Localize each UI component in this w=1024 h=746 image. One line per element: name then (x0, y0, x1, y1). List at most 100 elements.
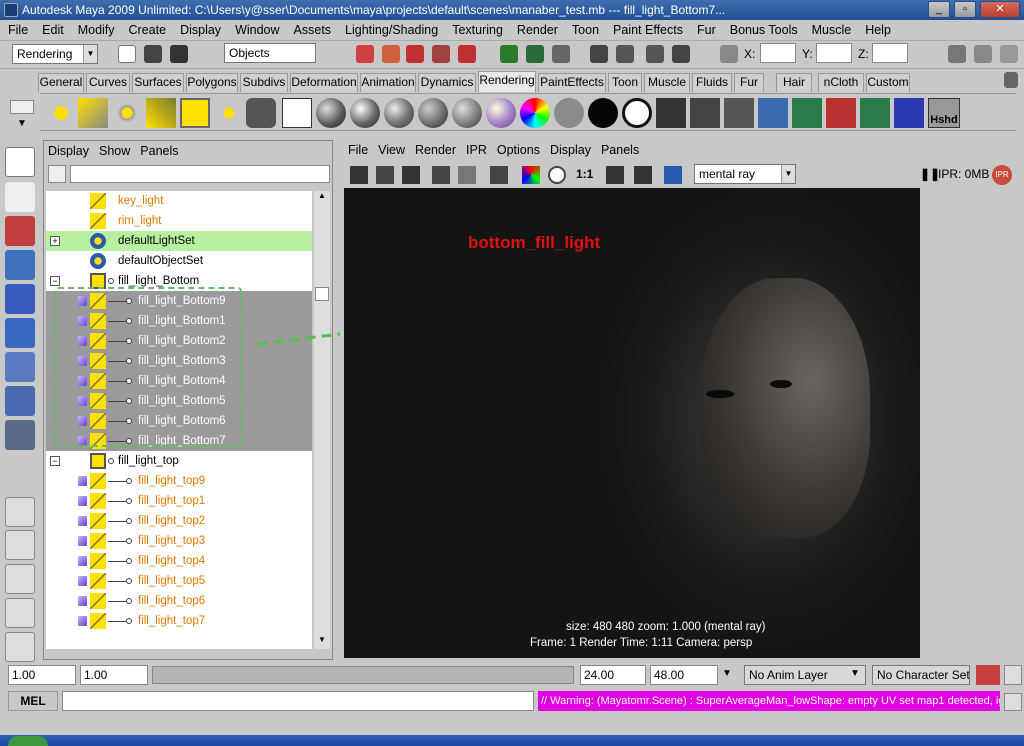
ipr-render-current-icon[interactable] (690, 98, 720, 128)
open-scene-icon[interactable] (144, 45, 162, 63)
menu-toon[interactable]: Toon (572, 23, 599, 37)
outliner-row[interactable]: fill_light_top4 (46, 551, 312, 571)
shelf-tab-subdivs[interactable]: Subdivs (240, 73, 288, 92)
phonge-shader-icon[interactable] (418, 98, 448, 128)
render-frame-icon[interactable] (590, 45, 608, 63)
hypershade-layout-icon[interactable] (5, 632, 35, 662)
graph-editor-layout-icon[interactable] (5, 598, 35, 628)
shelf-tab-general[interactable]: General (38, 73, 84, 92)
render-globals-icon[interactable] (672, 45, 690, 63)
single-perspective-layout-icon[interactable] (5, 497, 35, 527)
outliner-menu-display[interactable]: Display (48, 144, 89, 158)
shading-map-icon[interactable] (554, 98, 584, 128)
paint-brush-icon[interactable] (894, 98, 924, 128)
shelf-tab-dynamics[interactable]: Dynamics (418, 73, 476, 92)
universal-manipulator-icon[interactable] (5, 352, 35, 382)
outliner-row[interactable]: fill_light_top3 (46, 531, 312, 551)
paint-select-tool-icon[interactable] (5, 216, 35, 246)
start-button[interactable] (8, 736, 48, 746)
camera-icon[interactable] (246, 98, 276, 128)
phong-shader-icon[interactable] (384, 98, 414, 128)
light-linking-break-icon[interactable] (826, 98, 856, 128)
view-menu-options[interactable]: Options (497, 143, 540, 157)
ipr-icon[interactable] (646, 45, 664, 63)
menu-paint-effects[interactable]: Paint Effects (613, 23, 683, 37)
outliner-row[interactable]: fill_light_top5 (46, 571, 312, 591)
collapse-icon[interactable]: − (50, 456, 60, 466)
menu-modify[interactable]: Modify (78, 23, 115, 37)
shelf-tab-surfaces[interactable]: Surfaces (132, 73, 184, 92)
menu-render[interactable]: Render (517, 23, 558, 37)
view-menu-panels[interactable]: Panels (601, 143, 639, 157)
current-start-field[interactable]: 1.00 (80, 665, 148, 685)
menu-create[interactable]: Create (129, 23, 167, 37)
script-language-toggle[interactable]: MEL (8, 691, 58, 711)
outliner-menu-show[interactable]: Show (99, 144, 130, 158)
shelf-tab-custom[interactable]: Custom (866, 73, 910, 92)
animation-prefs-icon[interactable] (1004, 665, 1022, 685)
redo-render-icon[interactable] (350, 166, 368, 184)
shelf-tab-animation[interactable]: Animation (360, 73, 416, 92)
view-menu-file[interactable]: File (348, 143, 368, 157)
outliner-row[interactable]: rim_light (46, 211, 312, 231)
construction-history-icon[interactable] (526, 45, 544, 63)
shelf-tab-fur[interactable]: Fur (734, 73, 764, 92)
snap-grid-icon[interactable] (432, 45, 450, 63)
menu-help[interactable]: Help (865, 23, 891, 37)
outliner-layout-icon[interactable] (5, 564, 35, 594)
command-input[interactable] (62, 691, 534, 711)
move-tool-icon[interactable] (5, 250, 35, 280)
shelf-tab-deformation[interactable]: Deformation (290, 73, 358, 92)
render-view-icon[interactable] (656, 98, 686, 128)
chevron-down-icon[interactable]: ▼ (722, 668, 732, 679)
scale-tool-icon[interactable] (5, 318, 35, 348)
menu-window[interactable]: Window (235, 23, 279, 37)
light-linking-make-icon[interactable] (860, 98, 890, 128)
surface-shader-icon[interactable] (588, 98, 618, 128)
render-settings-icon[interactable] (552, 45, 570, 63)
use-background-icon[interactable] (622, 98, 652, 128)
shelf-options-icon[interactable] (10, 100, 34, 114)
shelf-tab-hair[interactable]: Hair (776, 73, 812, 92)
shelf-tab-fluids[interactable]: Fluids (692, 73, 732, 92)
hypershade-shortcut-icon[interactable]: Hshd (928, 98, 960, 128)
lambert-shader-icon[interactable] (316, 98, 346, 128)
real-size-button[interactable]: 1:1 (576, 167, 593, 181)
menu-muscle[interactable]: Muscle (812, 23, 852, 37)
alpha-channel-icon[interactable] (548, 166, 566, 184)
menu-bonus-tools[interactable]: Bonus Tools (730, 23, 798, 37)
lasso-tool-icon[interactable] (5, 182, 35, 212)
rgb-channel-icon[interactable] (522, 166, 540, 184)
select-tool-icon[interactable] (5, 147, 35, 177)
blinn-shader-icon[interactable] (350, 98, 380, 128)
area-light-icon[interactable] (180, 98, 210, 128)
menuset-dropdown[interactable]: Rendering ▼ (12, 44, 98, 64)
renderer-dropdown[interactable]: mental ray ▼ (694, 164, 796, 184)
channel-box-icon[interactable] (948, 45, 966, 63)
expand-icon[interactable]: + (50, 236, 60, 246)
hypershade-icon[interactable] (758, 98, 788, 128)
anisotropic-shader-icon[interactable] (452, 98, 482, 128)
selection-mode-field[interactable]: Objects (224, 43, 316, 63)
spot-light-icon[interactable] (146, 98, 176, 128)
trash-icon[interactable] (1004, 72, 1018, 88)
remove-image-icon[interactable] (634, 166, 652, 184)
chevron-down-icon[interactable]: ▼ (850, 668, 860, 679)
outliner-row[interactable]: key_light (46, 191, 312, 211)
input-mode-icon[interactable] (720, 45, 738, 63)
render-region-icon[interactable] (376, 166, 394, 184)
ramp-shader-icon[interactable] (520, 98, 550, 128)
save-scene-icon[interactable] (170, 45, 188, 63)
select-hierarchy-icon[interactable] (356, 45, 374, 63)
shelf-tab-curves[interactable]: Curves (86, 73, 130, 92)
auto-key-icon[interactable] (976, 665, 1000, 685)
view-menu-ipr[interactable]: IPR (466, 143, 487, 157)
shelf-tab-toon[interactable]: Toon (608, 73, 642, 92)
scroll-thumb[interactable] (315, 287, 329, 301)
render-flask-icon[interactable] (792, 98, 822, 128)
shelf-tab-ncloth[interactable]: nCloth (818, 73, 864, 92)
x-field[interactable] (760, 43, 796, 63)
select-object-icon[interactable] (382, 45, 400, 63)
history-icon[interactable] (500, 45, 518, 63)
z-field[interactable] (872, 43, 908, 63)
